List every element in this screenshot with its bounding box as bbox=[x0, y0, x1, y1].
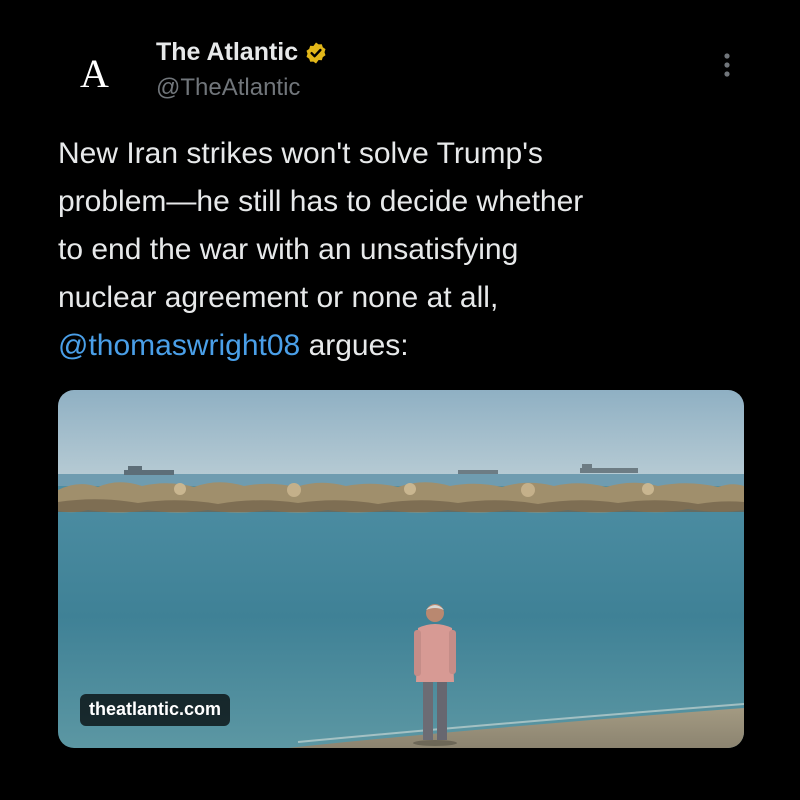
author-name-row: The Atlantic bbox=[156, 40, 328, 65]
author-display-name[interactable]: The Atlantic bbox=[156, 40, 298, 65]
author-handle[interactable]: @TheAtlantic bbox=[156, 76, 300, 100]
avatar-logo: A bbox=[80, 51, 109, 96]
mention-link[interactable]: @thomaswright08 bbox=[58, 329, 300, 362]
link-card[interactable]: theatlantic.com bbox=[58, 390, 744, 748]
tweet-text-tail: argues: bbox=[300, 329, 409, 362]
card-domain-label: theatlantic.com bbox=[80, 694, 231, 726]
verified-badge-icon[interactable] bbox=[304, 41, 328, 65]
avatar[interactable]: A bbox=[58, 38, 130, 110]
more-options-button[interactable] bbox=[710, 48, 744, 82]
more-vertical-icon bbox=[724, 53, 730, 77]
post: A The Atlantic @TheAtlantic New Iran str… bbox=[0, 0, 800, 800]
tweet-text: New Iran strikes won't solve Trump's pro… bbox=[58, 130, 748, 370]
tweet-text-body: New Iran strikes won't solve Trump's pro… bbox=[58, 137, 584, 314]
